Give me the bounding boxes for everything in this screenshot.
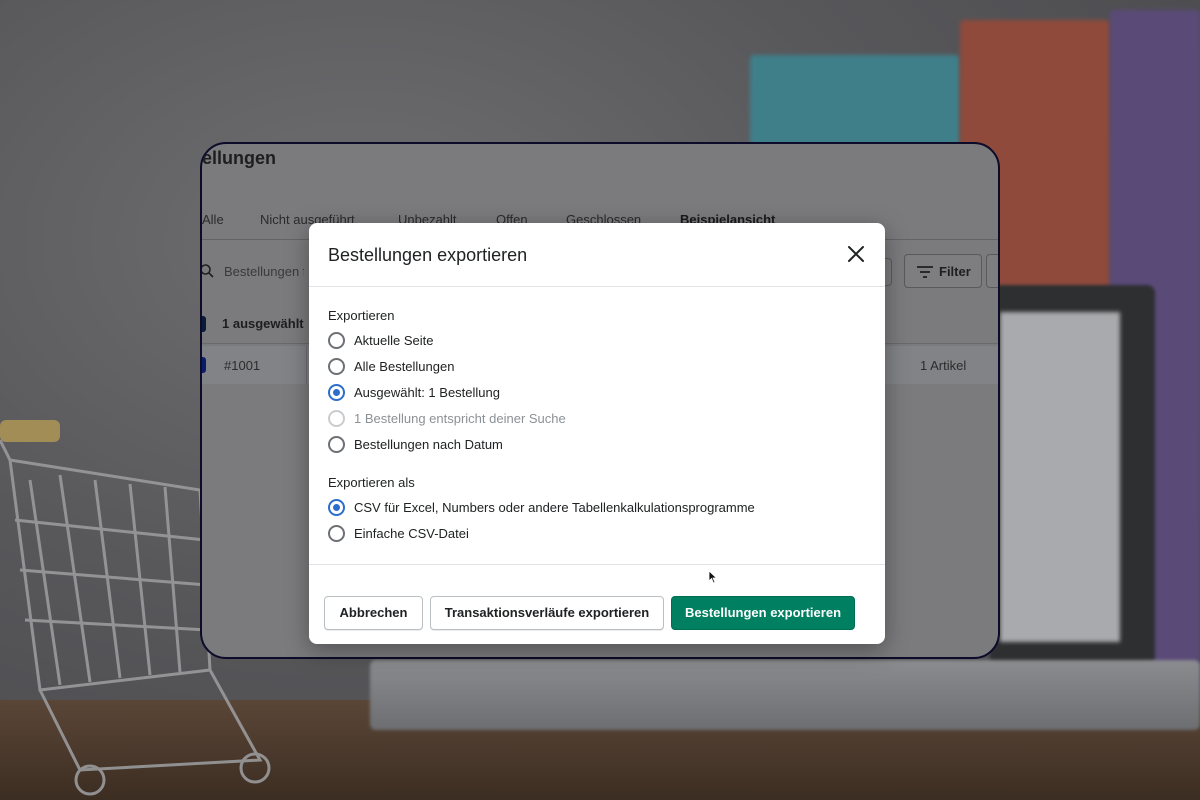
radio-button-checked[interactable] <box>328 384 345 401</box>
page-title: ellungen <box>202 148 277 168</box>
search-icon <box>202 264 214 278</box>
export-section-label: Exportieren <box>328 308 395 323</box>
radio-button-checked[interactable] <box>328 499 345 516</box>
filter-icon <box>917 266 933 278</box>
radio-label: Einfache CSV-Datei <box>354 526 469 541</box>
radio-label: CSV für Excel, Numbers oder andere Tabel… <box>354 500 755 515</box>
radio-label: Alle Bestellungen <box>354 359 455 374</box>
radio-label: Aktuelle Seite <box>354 333 434 348</box>
dialog-title: Bestellungen exportieren <box>328 245 528 265</box>
format-section-label: Exportieren als <box>328 475 415 490</box>
column-divider <box>306 346 307 384</box>
order-id[interactable]: #1001 <box>224 358 260 373</box>
dialog-header: Bestellungen exportieren <box>309 223 885 287</box>
background-laptop-display <box>1000 312 1120 642</box>
radio-label: Bestellungen nach Datum <box>354 437 503 452</box>
export-orders-dialog: Bestellungen exportieren Exportieren Akt… <box>309 223 885 644</box>
radio-button[interactable] <box>328 332 345 349</box>
select-all-checkbox[interactable] <box>202 316 206 332</box>
export-transactions-button[interactable]: Transaktionsverläufe exportieren <box>430 596 664 630</box>
row-checkbox[interactable] <box>202 357 206 373</box>
tab-alle[interactable]: Alle <box>202 212 224 227</box>
dialog-body: Exportieren Aktuelle Seite Alle Bestellu… <box>309 288 885 584</box>
radio-button[interactable] <box>328 436 345 453</box>
selected-count: 1 ausgewählt <box>222 316 304 331</box>
radio-button[interactable] <box>328 358 345 375</box>
radio-label: Ausgewählt: 1 Bestellung <box>354 385 500 400</box>
radio-button[interactable] <box>328 525 345 542</box>
filter-button[interactable]: Filter <box>904 254 982 288</box>
cancel-button[interactable]: Abbrechen <box>324 596 423 630</box>
sort-button[interactable] <box>986 254 998 288</box>
radio-button-disabled <box>328 410 345 427</box>
search-placeholder: Bestellungen f <box>224 264 304 279</box>
order-items-count: 1 Artikel <box>920 358 967 373</box>
close-icon[interactable] <box>843 241 869 267</box>
dialog-footer: Abbrechen Transaktionsverläufe exportier… <box>309 566 885 644</box>
export-orders-button[interactable]: Bestellungen exportieren <box>671 596 855 630</box>
filter-label: Filter <box>939 264 971 279</box>
background-laptop-base <box>370 660 1200 730</box>
radio-label: 1 Bestellung entspricht deiner Suche <box>354 411 566 426</box>
